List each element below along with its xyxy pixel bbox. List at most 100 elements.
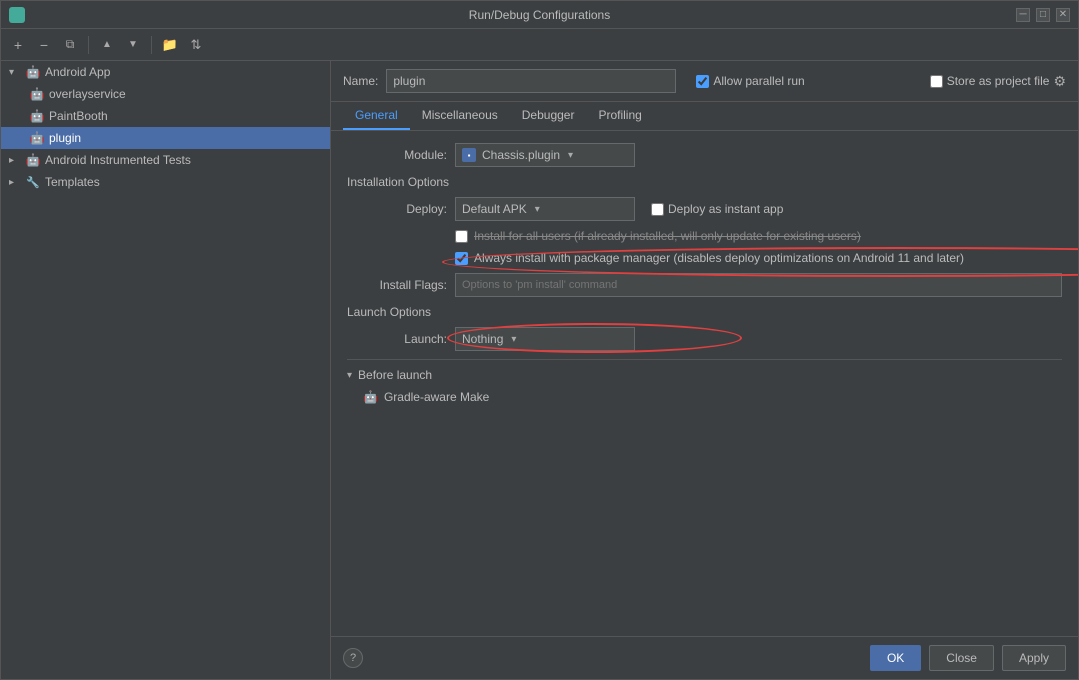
- launch-dropdown-arrow: ▾: [511, 334, 516, 345]
- deploy-value: Default APK: [462, 202, 527, 216]
- sidebar-item-templates[interactable]: ▸ 🔧 Templates: [1, 171, 330, 193]
- app-icon: [9, 7, 25, 23]
- install-flags-input[interactable]: [455, 273, 1062, 297]
- window-controls: ─ □ ✕: [1016, 8, 1070, 22]
- gradle-icon: 🤖: [363, 390, 378, 404]
- parallel-run-option: Allow parallel run: [696, 74, 804, 88]
- store-project-option: Store as project file ⚙: [930, 73, 1066, 90]
- android-app-icon: 🤖: [25, 64, 41, 80]
- plugin-label: plugin: [49, 131, 81, 145]
- allow-parallel-label: Allow parallel run: [713, 74, 804, 88]
- footer: ? OK Close Apply: [331, 636, 1078, 679]
- apply-button[interactable]: Apply: [1002, 645, 1066, 671]
- toolbar-separator-1: [88, 36, 89, 54]
- tab-profiling[interactable]: Profiling: [586, 102, 653, 130]
- launch-row: Launch: Nothing ▾: [347, 327, 1062, 351]
- templates-label: Templates: [45, 175, 100, 189]
- minimize-button[interactable]: ─: [1016, 8, 1030, 22]
- install-all-users-row: Install for all users (if already instal…: [347, 229, 1062, 243]
- move-down-button[interactable]: ▼: [122, 34, 144, 56]
- installation-options-label: Installation Options: [347, 175, 1062, 189]
- tabs: General Miscellaneous Debugger Profiling: [331, 102, 1078, 131]
- move-up-button[interactable]: ▲: [96, 34, 118, 56]
- instrumented-icon: 🤖: [25, 152, 41, 168]
- module-label: Module:: [347, 148, 447, 162]
- always-install-row: Always install with package manager (dis…: [347, 251, 1062, 265]
- ok-button[interactable]: OK: [870, 645, 921, 671]
- gear-icon[interactable]: ⚙: [1053, 73, 1066, 90]
- help-button[interactable]: ?: [343, 648, 363, 668]
- launch-value: Nothing: [462, 332, 503, 346]
- sort-button[interactable]: ⇅: [185, 34, 207, 56]
- overlayservice-label: overlayservice: [49, 87, 126, 101]
- before-launch-label: Before launch: [358, 368, 432, 382]
- module-value: Chassis.plugin: [482, 148, 560, 162]
- copy-config-button[interactable]: ⧉: [59, 34, 81, 56]
- close-button[interactable]: ✕: [1056, 8, 1070, 22]
- config-header: Name: Allow parallel run Store as projec…: [331, 61, 1078, 102]
- instrumented-label: Android Instrumented Tests: [45, 153, 191, 167]
- maximize-button[interactable]: □: [1036, 8, 1050, 22]
- templates-icon: 🔧: [25, 174, 41, 190]
- deploy-instant-label: Deploy as instant app: [668, 202, 783, 216]
- store-project-checkbox[interactable]: [930, 75, 943, 88]
- install-flags-row: Install Flags:: [347, 273, 1062, 297]
- before-launch-item-gradle: 🤖 Gradle-aware Make: [347, 390, 1062, 404]
- sidebar: ▾ 🤖 Android App 🤖 overlayservice 🤖 Paint…: [1, 61, 331, 679]
- deploy-dropdown-arrow: ▾: [535, 204, 540, 215]
- launch-label: Launch:: [347, 332, 447, 346]
- before-launch-section: ▾ Before launch 🤖 Gradle-aware Make: [347, 359, 1062, 412]
- close-dialog-button[interactable]: Close: [929, 645, 994, 671]
- module-icon: ▪: [462, 148, 476, 162]
- run-debug-configurations-window: Run/Debug Configurations ─ □ ✕ + − ⧉ ▲ ▼…: [0, 0, 1079, 680]
- sidebar-item-paintbooth[interactable]: 🤖 PaintBooth: [1, 105, 330, 127]
- deploy-row: Deploy: Default APK ▾ Deploy as instant …: [347, 197, 1062, 221]
- remove-config-button[interactable]: −: [33, 34, 55, 56]
- always-install-label: Always install with package manager (dis…: [474, 251, 964, 265]
- module-dropdown-arrow: ▾: [568, 150, 573, 161]
- before-launch-header[interactable]: ▾ Before launch: [347, 368, 1062, 382]
- paintbooth-icon: 🤖: [29, 108, 45, 124]
- toolbar: + − ⧉ ▲ ▼ 📁 ⇅: [1, 29, 1078, 61]
- always-install-checkbox[interactable]: [455, 252, 468, 265]
- deploy-instant-checkbox[interactable]: [651, 203, 664, 216]
- add-config-button[interactable]: +: [7, 34, 29, 56]
- launch-options-label: Launch Options: [347, 305, 1062, 319]
- right-panel: Name: Allow parallel run Store as projec…: [331, 61, 1078, 679]
- overlayservice-icon: 🤖: [29, 86, 45, 102]
- expand-templates-icon: ▸: [9, 177, 21, 188]
- module-row: Module: ▪ Chassis.plugin ▾: [347, 143, 1062, 167]
- folder-button[interactable]: 📁: [159, 34, 181, 56]
- sidebar-item-plugin[interactable]: 🤖 plugin: [1, 127, 330, 149]
- tab-debugger[interactable]: Debugger: [510, 102, 587, 130]
- install-all-users-checkbox[interactable]: [455, 230, 468, 243]
- install-all-users-label: Install for all users (if already instal…: [474, 229, 861, 243]
- window-title: Run/Debug Configurations: [469, 8, 610, 22]
- name-input[interactable]: [386, 69, 676, 93]
- expand-instrumented-icon: ▸: [9, 155, 21, 166]
- launch-dropdown[interactable]: Nothing ▾: [455, 327, 635, 351]
- tab-general[interactable]: General: [343, 102, 410, 130]
- plugin-icon: 🤖: [29, 130, 45, 146]
- module-dropdown[interactable]: ▪ Chassis.plugin ▾: [455, 143, 635, 167]
- tab-miscellaneous[interactable]: Miscellaneous: [410, 102, 510, 130]
- before-launch-expand-icon: ▾: [347, 370, 352, 381]
- sidebar-item-android-app[interactable]: ▾ 🤖 Android App: [1, 61, 330, 83]
- sidebar-item-overlayservice[interactable]: 🤖 overlayservice: [1, 83, 330, 105]
- install-flags-label: Install Flags:: [347, 278, 447, 292]
- launch-row-wrapper: Launch: Nothing ▾: [347, 327, 1062, 351]
- toolbar-separator-2: [151, 36, 152, 54]
- name-label: Name:: [343, 74, 378, 88]
- expand-android-app-icon: ▾: [9, 67, 21, 78]
- allow-parallel-checkbox[interactable]: [696, 75, 709, 88]
- sidebar-item-android-instrumented[interactable]: ▸ 🤖 Android Instrumented Tests: [1, 149, 330, 171]
- deploy-dropdown[interactable]: Default APK ▾: [455, 197, 635, 221]
- store-project-label: Store as project file: [947, 74, 1050, 88]
- paintbooth-label: PaintBooth: [49, 109, 108, 123]
- gradle-make-label: Gradle-aware Make: [384, 390, 489, 404]
- deploy-label: Deploy:: [347, 202, 447, 216]
- config-body: Module: ▪ Chassis.plugin ▾ Installation …: [331, 131, 1078, 636]
- title-bar: Run/Debug Configurations ─ □ ✕: [1, 1, 1078, 29]
- always-install-wrapper: Always install with package manager (dis…: [347, 251, 1062, 265]
- main-content: ▾ 🤖 Android App 🤖 overlayservice 🤖 Paint…: [1, 61, 1078, 679]
